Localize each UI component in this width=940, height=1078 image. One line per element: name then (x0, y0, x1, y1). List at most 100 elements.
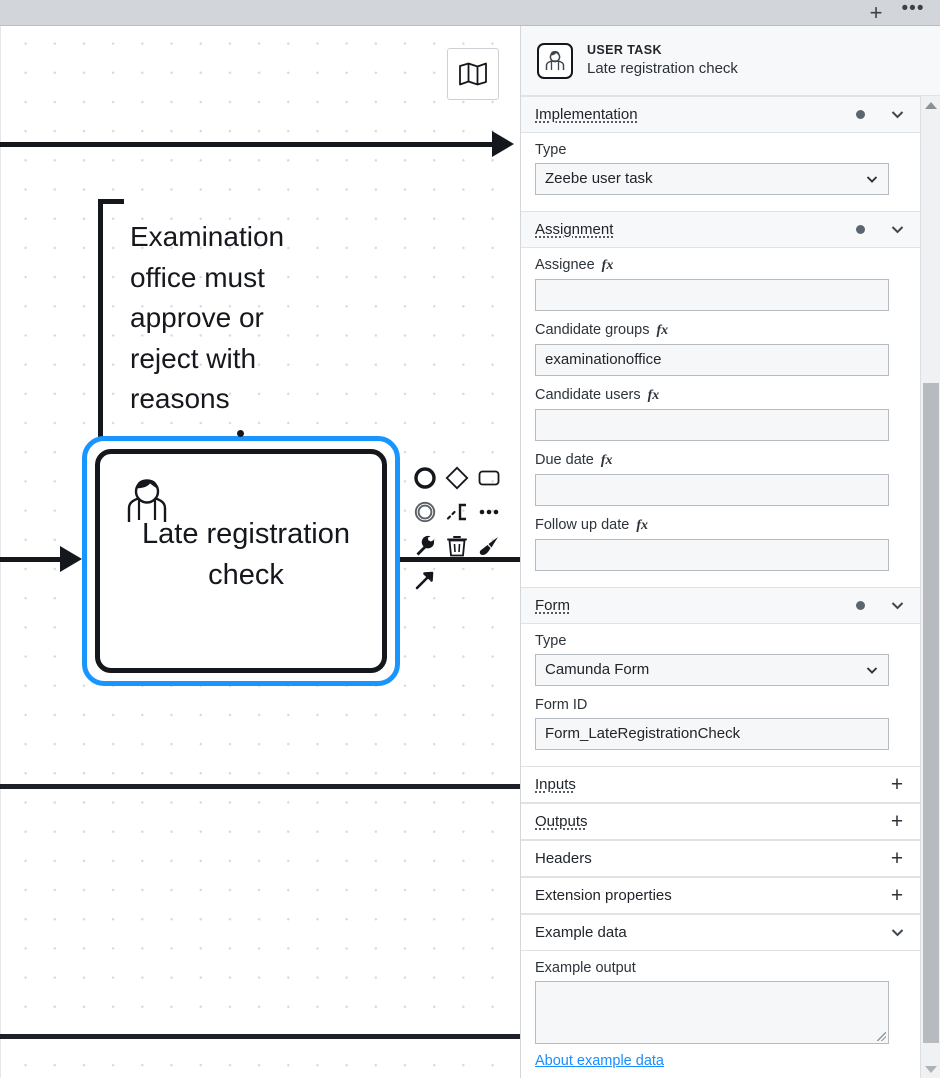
scroll-up-icon[interactable] (921, 96, 940, 114)
lane-divider-top (0, 784, 520, 789)
chevron-down-icon[interactable] (887, 107, 907, 122)
select-implementation-type[interactable]: Zeebe user task (535, 163, 889, 195)
group-title-example-data: Example data (535, 924, 627, 941)
group-header-inputs[interactable]: Inputs + (521, 766, 921, 803)
label-due-date: Due date fx (535, 452, 907, 469)
bpmn-modeler-window: + ••• Examination office must approve or… (0, 0, 940, 1078)
group-body-example-data: Example output About example data (521, 951, 921, 1078)
group-status-dot-assignment (856, 225, 865, 234)
diagram-canvas[interactable]: Examination office must approve or rejec… (0, 26, 520, 1078)
group-header-example-data[interactable]: Example data (521, 914, 921, 951)
element-name-label: Late registration check (587, 60, 738, 77)
sequence-flow-upper[interactable] (0, 142, 494, 147)
select-form-type[interactable]: Camunda Form (535, 654, 889, 686)
scroll-down-icon[interactable] (921, 1060, 940, 1078)
annotation-text: Examination office must approve or rejec… (130, 221, 292, 414)
sequence-flow-incoming[interactable] (0, 557, 62, 562)
input-due-date[interactable] (535, 474, 889, 506)
task-body[interactable]: Late registration check (95, 449, 387, 673)
label-text: Candidate users (535, 387, 641, 403)
group-body-assignment: Assignee fx Candidate groups fx examinat… (521, 248, 921, 587)
select-value: Camunda Form (545, 661, 650, 678)
group-status-dot-implementation (856, 110, 865, 119)
textarea-example-output[interactable] (535, 981, 889, 1044)
label-text: Type (535, 142, 567, 158)
input-form-id[interactable]: Form_LateRegistrationCheck (535, 718, 889, 750)
group-header-headers[interactable]: Headers + (521, 840, 921, 877)
add-icon[interactable]: + (887, 885, 907, 906)
about-example-data-link[interactable]: About example data (535, 1053, 664, 1069)
more-options-icon[interactable]: ••• (896, 0, 930, 26)
label-text: Follow up date (535, 517, 630, 533)
add-icon[interactable]: + (887, 848, 907, 869)
field-due-date: Due date fx (535, 452, 907, 506)
chevron-down-icon (865, 663, 879, 677)
fx-toggle-follow-up-date[interactable]: fx (636, 518, 648, 534)
append-end-event-icon[interactable] (412, 465, 438, 491)
group-title-inputs: Inputs (535, 776, 576, 793)
chevron-down-icon[interactable] (887, 222, 907, 237)
change-type-wrench-icon[interactable] (412, 533, 438, 559)
properties-panel-header: USER TASK Late registration check (521, 26, 940, 96)
map-icon (459, 62, 487, 86)
append-intermediate-event-icon[interactable] (412, 499, 438, 525)
user-task-shape[interactable]: Late registration check (82, 430, 400, 686)
append-text-annotation-icon[interactable] (444, 499, 470, 525)
group-status-dot-form (856, 601, 865, 610)
group-title-headers: Headers (535, 850, 592, 867)
label-text: Type (535, 633, 567, 649)
fx-toggle-candidate-users[interactable]: fx (648, 388, 660, 404)
group-header-extension-properties[interactable]: Extension properties + (521, 877, 921, 914)
connect-arrow-icon[interactable] (412, 567, 438, 593)
group-header-implementation[interactable]: Implementation (521, 96, 921, 133)
fx-toggle-due-date[interactable]: fx (601, 453, 613, 469)
group-header-outputs[interactable]: Outputs + (521, 803, 921, 840)
label-follow-up-date: Follow up date fx (535, 517, 907, 534)
group-title-extension-properties: Extension properties (535, 887, 672, 904)
append-gateway-icon[interactable] (444, 465, 470, 491)
select-value: Zeebe user task (545, 170, 653, 187)
context-pad (412, 464, 506, 600)
field-form-type: Type Camunda Form (535, 633, 907, 686)
field-form-id: Form ID Form_LateRegistrationCheck (535, 697, 907, 750)
append-more-icon[interactable] (476, 499, 502, 525)
label-text: Form ID (535, 697, 588, 713)
label-text: Assignee (535, 257, 595, 273)
properties-panel-title-block: USER TASK Late registration check (587, 42, 738, 79)
field-assignee: Assignee fx (535, 257, 907, 311)
fx-toggle-assignee[interactable]: fx (602, 258, 614, 274)
task-label: Late registration check (142, 518, 350, 591)
minimap-toggle-button[interactable] (447, 48, 499, 100)
fx-toggle-candidate-groups[interactable]: fx (656, 323, 668, 339)
chevron-down-icon[interactable] (887, 598, 907, 613)
label-form-id: Form ID (535, 697, 907, 713)
chevron-down-icon (865, 172, 879, 186)
field-implementation-type: Type Zeebe user task (535, 142, 907, 195)
properties-panel-scrollbar[interactable] (920, 96, 940, 1078)
sequence-flow-upper-arrowhead (492, 131, 514, 157)
input-candidate-users[interactable] (535, 409, 889, 441)
add-icon[interactable]: + (887, 774, 907, 795)
delete-trash-icon[interactable] (444, 533, 470, 559)
group-header-form[interactable]: Form (521, 587, 921, 624)
input-follow-up-date[interactable] (535, 539, 889, 571)
label-text: Example output (535, 960, 636, 976)
group-title-implementation: Implementation (535, 106, 638, 123)
label-implementation-type: Type (535, 142, 907, 158)
input-assignee[interactable] (535, 279, 889, 311)
properties-panel-body[interactable]: Implementation Type Zeebe user task Assi… (521, 96, 921, 1078)
input-candidate-groups[interactable]: examinationoffice (535, 344, 889, 376)
sequence-flow-incoming-arrowhead (60, 546, 82, 572)
chevron-down-icon[interactable] (887, 925, 907, 940)
field-follow-up-date: Follow up date fx (535, 517, 907, 571)
field-example-output: Example output About example data (535, 960, 907, 1070)
append-task-icon[interactable] (476, 465, 502, 491)
add-icon[interactable]: + (887, 811, 907, 832)
scrollbar-thumb[interactable] (923, 383, 939, 1043)
group-title-assignment: Assignment (535, 221, 614, 238)
label-assignee: Assignee fx (535, 257, 907, 274)
set-color-brush-icon[interactable] (476, 533, 502, 559)
top-toolbar: + ••• (0, 0, 940, 26)
add-icon[interactable]: + (858, 0, 894, 26)
group-header-assignment[interactable]: Assignment (521, 211, 921, 248)
